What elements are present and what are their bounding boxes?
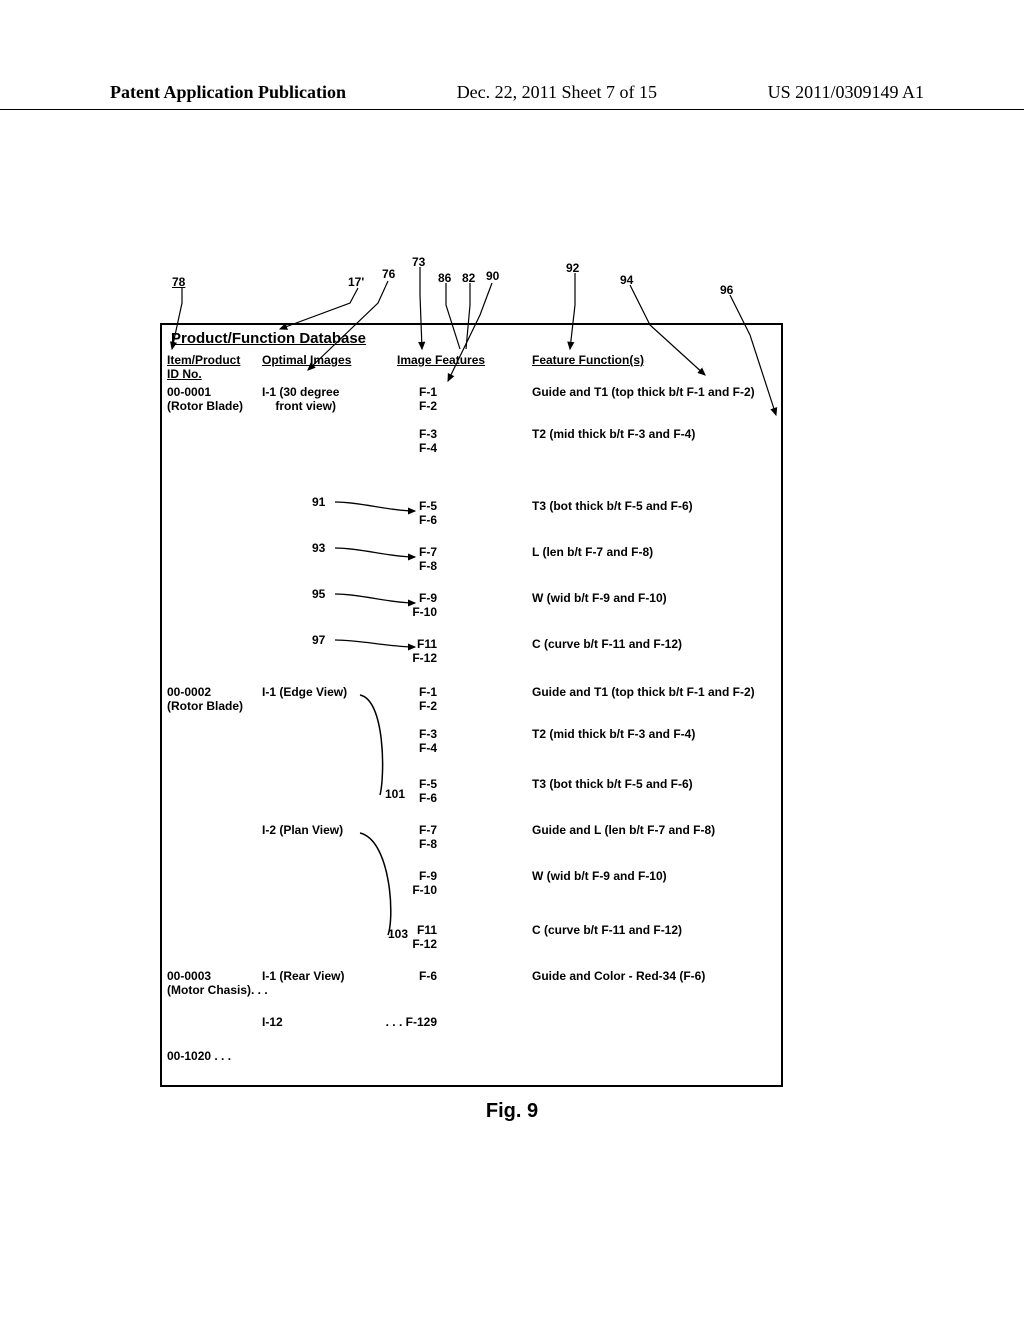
img-00-0003: I-1 (Rear View) <box>262 969 344 983</box>
col-functions: Feature Function(s) <box>532 353 644 367</box>
img-00-0002-b: I-2 (Plan View) <box>262 823 343 837</box>
fn: C (curve b/t F-11 and F-12) <box>532 637 682 651</box>
fn: C (curve b/t F-11 and F-12) <box>532 923 682 937</box>
id-00-0002: 00-0002 <box>167 685 211 699</box>
id-00-0003: 00-0003 <box>167 969 211 983</box>
img-i12: I-12 <box>262 1015 283 1029</box>
database-table: Product/Function Database Item/Product I… <box>160 323 783 1087</box>
fn: Guide and L (len b/t F-7 and F-8) <box>532 823 715 837</box>
ref-86: 86 <box>438 271 451 285</box>
ref-94: 94 <box>620 273 633 287</box>
fn: Guide and Color - Red-34 (F-6) <box>532 969 705 983</box>
ref-17p: 17' <box>348 275 364 289</box>
fn: T2 (mid thick b/t F-3 and F-4) <box>532 727 695 741</box>
id-00-0001: 00-0001 <box>167 385 211 399</box>
fn: L (len b/t F-7 and F-8) <box>532 545 653 559</box>
id-00-0003-sub: (Motor Chasis). . . <box>167 983 268 997</box>
ref-73: 73 <box>412 255 425 269</box>
col-item: Item/Product ID No. <box>167 353 240 381</box>
id-00-0002-sub: (Rotor Blade) <box>167 699 243 713</box>
fn: T2 (mid thick b/t F-3 and F-4) <box>532 427 695 441</box>
figure-area: 78 17' 76 73 86 82 90 92 94 96 91 93 95 … <box>160 255 783 1087</box>
fn: Guide and T1 (top thick b/t F-1 and F-2) <box>532 385 755 399</box>
id-00-0001-sub: (Rotor Blade) <box>167 399 243 413</box>
fn: W (wid b/t F-9 and F-10) <box>532 591 667 605</box>
pub-type: Patent Application Publication <box>110 82 346 103</box>
id-00-1020: 00-1020 . . . <box>167 1049 231 1063</box>
ref-92: 92 <box>566 261 579 275</box>
col-features: Image Features <box>397 353 485 367</box>
fn: T3 (bot thick b/t F-5 and F-6) <box>532 499 693 513</box>
pub-number: US 2011/0309149 A1 <box>768 82 924 103</box>
ref-78: 78 <box>172 275 185 289</box>
pub-date-sheet: Dec. 22, 2011 Sheet 7 of 15 <box>457 82 657 103</box>
db-title: Product/Function Database <box>171 330 366 347</box>
fn: W (wid b/t F-9 and F-10) <box>532 869 667 883</box>
col-images: Optimal Images <box>262 353 351 367</box>
ref-76: 76 <box>382 267 395 281</box>
doc-header: Patent Application Publication Dec. 22, … <box>0 82 1024 110</box>
figure-caption: Fig. 9 <box>0 1100 1024 1123</box>
ref-96: 96 <box>720 283 733 297</box>
fn: Guide and T1 (top thick b/t F-1 and F-2) <box>532 685 755 699</box>
ref-90: 90 <box>486 269 499 283</box>
ref-82: 82 <box>462 271 475 285</box>
fn: T3 (bot thick b/t F-5 and F-6) <box>532 777 693 791</box>
img-00-0002-a: I-1 (Edge View) <box>262 685 347 699</box>
img-00-0001: I-1 (30 degree front view) <box>262 385 339 413</box>
